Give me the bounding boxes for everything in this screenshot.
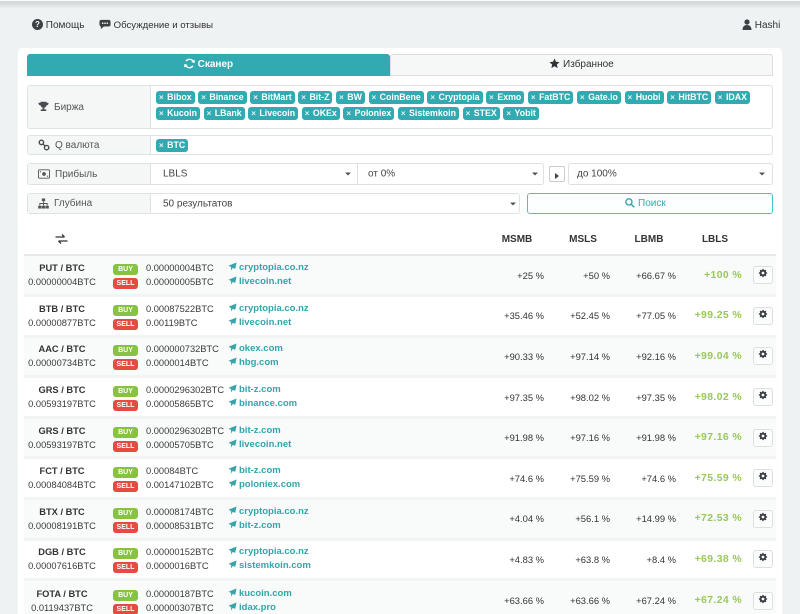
svg-text:?: ? bbox=[35, 20, 40, 29]
